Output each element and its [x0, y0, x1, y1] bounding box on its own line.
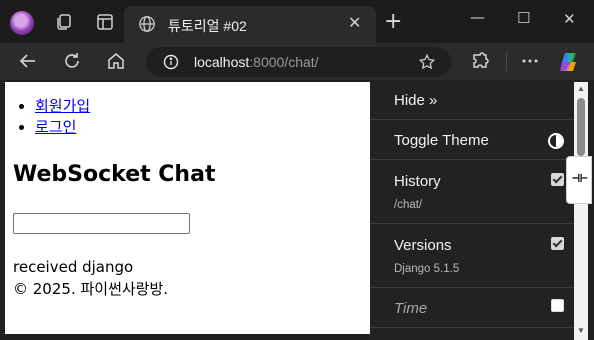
login-link[interactable]: 로그인 [35, 118, 76, 136]
page-title: WebSocket Chat [13, 162, 216, 187]
more-options-icon[interactable] [520, 51, 540, 71]
toolbar-separator [506, 53, 507, 71]
back-icon[interactable] [18, 51, 38, 71]
versions-panel-row[interactable]: Versions Django 5.1.5 [370, 224, 574, 288]
nav-item: 회원가입 [35, 96, 90, 117]
window-close-icon[interactable]: ✕ [563, 10, 576, 28]
url-host: localhost [194, 54, 250, 70]
minimize-icon[interactable]: — [470, 8, 485, 26]
url-path: :8000/chat/ [249, 54, 319, 70]
versions-panel-sub: Django 5.1.5 [394, 263, 460, 275]
globe-icon [139, 16, 155, 32]
hide-row[interactable]: Hide » [370, 82, 574, 120]
scroll-down-icon[interactable]: ▼ [577, 326, 585, 335]
url-text: localhost:8000/chat/ [194, 54, 319, 70]
home-icon[interactable] [106, 51, 126, 71]
site-info-icon[interactable] [163, 54, 179, 70]
message-input[interactable] [13, 213, 190, 234]
versions-panel-label[interactable]: Versions [394, 237, 452, 254]
history-panel-sub: /chat/ [394, 199, 423, 211]
time-panel-label[interactable]: Time [394, 300, 427, 317]
page-content: 회원가입 로그인 WebSocket Chat received django … [5, 82, 370, 334]
active-tab[interactable]: 튜토리얼 #02 ✕ [124, 6, 376, 43]
hide-toolbar-button[interactable]: Hide » [394, 92, 437, 109]
history-panel-label[interactable]: History [394, 173, 441, 190]
tab-title: 튜토리얼 #02 [168, 18, 247, 34]
scrollbar-thumb[interactable] [577, 98, 585, 156]
debug-toolbar-handle[interactable]: ⊣⊢ [566, 156, 592, 204]
signup-link[interactable]: 회원가입 [35, 97, 90, 115]
nav-item: 로그인 [35, 117, 90, 138]
theme-contrast-icon[interactable] [548, 133, 564, 149]
refresh-icon[interactable] [62, 51, 82, 71]
tab-strip: 튜토리얼 #02 ✕ + — ☐ ✕ [0, 0, 594, 43]
scrollbar[interactable]: ▲ ▼ [574, 82, 588, 340]
vertical-tabs-icon[interactable] [95, 12, 115, 32]
footer-text: © 2025. 파이썬사랑방. [13, 280, 169, 298]
history-panel-row[interactable]: History /chat/ [370, 160, 574, 224]
profile-avatar[interactable] [10, 11, 34, 35]
scroll-up-icon[interactable]: ▲ [577, 84, 585, 93]
copilot-icon[interactable] [558, 51, 580, 73]
debug-toolbar-panel: Hide » Toggle Theme History /chat/ Versi… [370, 82, 574, 340]
debug-handle-icon: ⊣⊢ [572, 171, 588, 186]
toggle-theme-button[interactable]: Toggle Theme [394, 132, 489, 149]
time-panel-checkbox[interactable] [551, 299, 564, 312]
favorite-star-icon[interactable] [418, 53, 436, 71]
browser-toolbar: localhost:8000/chat/ [0, 43, 594, 80]
workspaces-icon[interactable] [54, 12, 74, 32]
received-message: received django [13, 258, 134, 276]
address-bar[interactable]: localhost:8000/chat/ [146, 47, 451, 77]
close-tab-icon[interactable]: ✕ [348, 13, 361, 32]
versions-panel-checkbox[interactable] [551, 237, 564, 250]
time-panel-row[interactable]: Time [370, 288, 574, 328]
history-panel-checkbox[interactable] [551, 173, 564, 186]
toggle-theme-row[interactable]: Toggle Theme [370, 120, 574, 160]
nav-list: 회원가입 로그인 [35, 96, 90, 138]
maximize-icon[interactable]: ☐ [517, 9, 530, 27]
extensions-icon[interactable] [470, 51, 490, 71]
new-tab-icon[interactable]: + [384, 9, 402, 34]
